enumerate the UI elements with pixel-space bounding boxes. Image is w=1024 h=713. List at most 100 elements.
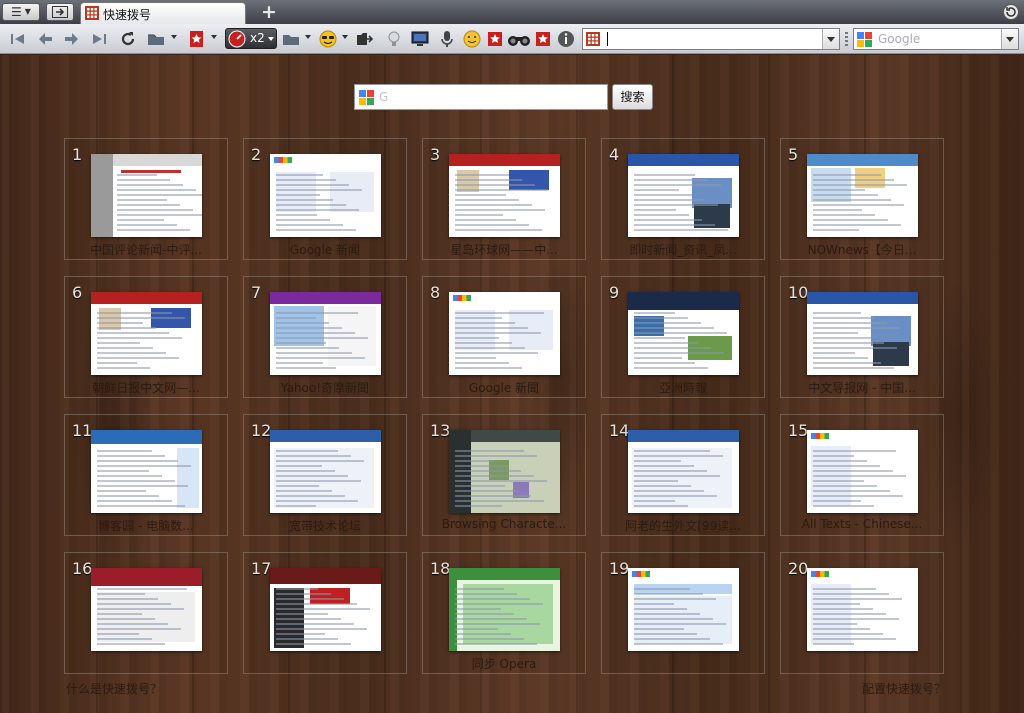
speed-dial-tile[interactable]: 20 bbox=[780, 552, 944, 674]
speed-dial-tile[interactable]: 15 All Texts - Chinese... bbox=[780, 414, 944, 536]
search-input[interactable] bbox=[878, 30, 998, 48]
tip-button[interactable] bbox=[384, 29, 404, 49]
binoculars-button[interactable] bbox=[507, 29, 531, 49]
chevron-down-icon[interactable] bbox=[211, 35, 217, 39]
tile-number: 5 bbox=[788, 145, 799, 164]
notes-folder-button[interactable] bbox=[281, 29, 301, 49]
tile-caption: NOWnews【今日... bbox=[807, 243, 917, 257]
address-field[interactable] bbox=[582, 28, 840, 50]
microphone-button[interactable] bbox=[437, 29, 457, 49]
speed-dial-tile[interactable]: 19 bbox=[601, 552, 765, 674]
speed-dial-tile[interactable]: 7 Yahoo!奇摩新聞 bbox=[243, 276, 407, 398]
panel-toggle-button[interactable] bbox=[46, 3, 74, 21]
speed-dial-tile[interactable]: 10 中文导报网 - 中国... bbox=[780, 276, 944, 398]
what-is-speed-dial-link[interactable]: 什么是快速拨号？ bbox=[66, 680, 162, 697]
reload-icon bbox=[121, 32, 135, 46]
page-thumbnail bbox=[270, 568, 381, 651]
share-arrow-icon bbox=[357, 33, 374, 45]
rewind-button[interactable] bbox=[8, 29, 28, 49]
configure-speed-dial-link[interactable]: 配置快速拨号？ bbox=[862, 680, 946, 697]
navigation-toolbar: x2 bbox=[0, 24, 1024, 54]
page-thumbnail bbox=[449, 154, 560, 237]
bookmark-star-icon bbox=[536, 32, 550, 46]
reload-button[interactable] bbox=[118, 29, 138, 49]
speed-dial-tile[interactable]: 2 Google 新闻 bbox=[243, 138, 407, 260]
tile-number: 20 bbox=[788, 559, 809, 578]
back-button[interactable] bbox=[35, 29, 55, 49]
page-thumbnail bbox=[91, 154, 202, 237]
search-button[interactable]: 搜索 bbox=[612, 84, 653, 110]
speed-dial-tile[interactable]: 18 同步 Opera bbox=[422, 552, 586, 674]
info-icon bbox=[558, 31, 574, 47]
page-thumbnail bbox=[807, 292, 918, 375]
speed-dial-tile[interactable]: 17 bbox=[243, 552, 407, 674]
address-history-dropdown[interactable] bbox=[822, 29, 839, 49]
tile-number: 13 bbox=[430, 421, 451, 440]
search-field[interactable] bbox=[853, 28, 1019, 50]
tile-number: 7 bbox=[251, 283, 262, 302]
rewind-icon bbox=[11, 34, 24, 44]
page-thumbnail bbox=[91, 430, 202, 513]
chevron-down-icon[interactable] bbox=[305, 35, 311, 39]
monitor-button[interactable] bbox=[410, 29, 430, 49]
page-thumbnail bbox=[807, 430, 918, 513]
bookmark-button-2[interactable] bbox=[533, 29, 553, 49]
page-thumbnail bbox=[628, 292, 739, 375]
emoticon-button[interactable] bbox=[318, 29, 338, 49]
forward-button[interactable] bbox=[62, 29, 82, 49]
speed-dial-tile[interactable]: 9 亞洲時報 bbox=[601, 276, 765, 398]
bookmark-add-button[interactable] bbox=[187, 29, 207, 49]
speed-dial-tile[interactable]: 16 bbox=[64, 552, 228, 674]
bookmark-button[interactable] bbox=[485, 29, 505, 49]
tile-caption: 朝鲜日报中文网—... bbox=[92, 381, 200, 395]
tile-number: 1 bbox=[72, 145, 83, 164]
speed-dial-tile[interactable]: 1 中国评论新闻-中评... bbox=[64, 138, 228, 260]
moon-button[interactable] bbox=[462, 29, 482, 49]
tile-caption: Google 新闻 bbox=[289, 243, 361, 257]
chevron-down-icon[interactable] bbox=[171, 35, 177, 39]
tile-caption: 中文导报网 - 中国... bbox=[808, 381, 916, 395]
speedometer-icon bbox=[228, 30, 246, 48]
zoom-control[interactable]: x2 bbox=[225, 28, 277, 49]
folder-icon bbox=[148, 34, 164, 45]
speed-dial-tile[interactable]: 4 即时新闻_资讯_凤... bbox=[601, 138, 765, 260]
folder-button[interactable] bbox=[146, 29, 166, 49]
speed-dial-tile[interactable]: 13 Browsing Characte... bbox=[422, 414, 586, 536]
tab-speed-dial[interactable]: 快速拨号 bbox=[80, 2, 246, 24]
send-to-device-button[interactable] bbox=[354, 29, 374, 49]
microphone-icon bbox=[441, 31, 453, 47]
speed-dial-tile[interactable]: 11 博客园 - 电脑数... bbox=[64, 414, 228, 536]
tile-caption: All Texts - Chinese... bbox=[801, 517, 923, 531]
chevron-down-icon[interactable] bbox=[342, 35, 348, 39]
resize-grip[interactable] bbox=[845, 32, 848, 47]
speed-dial-tile[interactable]: 8 Google 新聞 bbox=[422, 276, 586, 398]
chevron-down-icon: ▼ bbox=[24, 7, 31, 16]
speed-dial-tile[interactable]: 5 NOWnews【今日... bbox=[780, 138, 944, 260]
speed-dial-tile[interactable]: 3 星岛环球网——中... bbox=[422, 138, 586, 260]
tile-caption: Google 新聞 bbox=[468, 381, 540, 395]
tile-number: 11 bbox=[72, 421, 93, 440]
tile-caption: 星岛环球网——中... bbox=[450, 243, 558, 257]
opera-menu-button[interactable]: ☰ ▼ bbox=[2, 3, 40, 21]
google-icon bbox=[359, 90, 374, 105]
new-tab-button[interactable]: + bbox=[258, 1, 280, 23]
chevron-down-icon bbox=[268, 37, 274, 41]
tile-number: 2 bbox=[251, 145, 262, 164]
lightbulb-icon bbox=[388, 31, 400, 46]
search-engine-dropdown[interactable] bbox=[1001, 29, 1018, 49]
zoom-label: x2 bbox=[250, 31, 265, 45]
tile-number: 8 bbox=[430, 283, 441, 302]
tile-number: 3 bbox=[430, 145, 441, 164]
closed-tabs-button[interactable] bbox=[1002, 3, 1020, 21]
tile-caption: 即时新闻_资讯_凤... bbox=[629, 243, 737, 257]
speed-dial-tile[interactable]: 6 朝鲜日报中文网—... bbox=[64, 276, 228, 398]
info-button[interactable] bbox=[556, 29, 576, 49]
speed-dial-search-field[interactable] bbox=[354, 84, 608, 110]
fast-forward-button[interactable] bbox=[89, 29, 109, 49]
speed-dial-tile[interactable]: 14 阿老的生外文[99读... bbox=[601, 414, 765, 536]
page-thumbnail bbox=[449, 430, 560, 513]
speed-dial-search-input[interactable] bbox=[379, 88, 599, 106]
panel-toggle-icon bbox=[52, 6, 68, 18]
tile-number: 17 bbox=[251, 559, 272, 578]
speed-dial-tile[interactable]: 12 宽带技术论坛 bbox=[243, 414, 407, 536]
